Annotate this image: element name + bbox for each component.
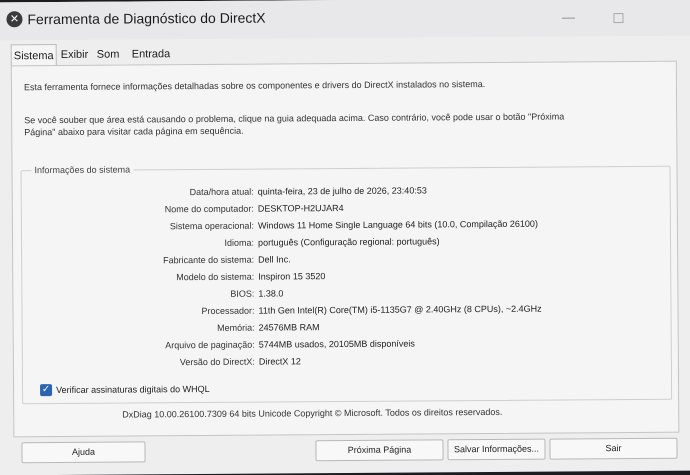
minimize-button[interactable]: —: [548, 4, 588, 30]
exit-button[interactable]: Sair: [549, 438, 677, 460]
maximize-button[interactable]: [598, 4, 638, 30]
info-value: Dell Inc.: [258, 251, 291, 267]
info-label: Fabricante do sistema:: [34, 252, 254, 270]
maximize-icon: [613, 13, 623, 23]
whql-label[interactable]: Verificar assinaturas digitais do WHQL: [56, 382, 210, 397]
tab-entrada[interactable]: Entrada: [132, 43, 171, 65]
copyright-text: DxDiag 10.00.26100.7309 64 bits Unicode …: [122, 407, 502, 420]
info-value: Windows 11 Home Single Language 64 bits …: [258, 216, 538, 234]
info-value: 1.38.0: [258, 285, 283, 301]
tab-som[interactable]: Som: [97, 44, 120, 66]
info-label: Sistema operacional:: [34, 218, 254, 236]
info-value: quinta-feira, 23 de julho de 2026, 23:40…: [258, 182, 427, 199]
next-page-button[interactable]: Próxima Página: [315, 439, 443, 461]
info-label: Processador:: [34, 303, 254, 321]
info-value: DirectX 12: [259, 353, 301, 369]
info-value: Inspiron 15 3520: [258, 268, 325, 284]
info-value: 5744MB usados, 20105MB disponíveis: [259, 336, 415, 353]
help-button[interactable]: Ajuda: [21, 441, 145, 463]
info-label: Nome do computador:: [34, 201, 254, 219]
info-label: Idioma:: [34, 235, 254, 253]
info-label: BIOS:: [34, 286, 254, 304]
info-value: 11th Gen Intel(R) Core(TM) i5-1135G7 @ 2…: [258, 301, 541, 319]
close-button[interactable]: [650, 4, 690, 30]
info-row-directx-version: Versão do DirectX: DirectX 12: [23, 351, 663, 371]
intro-text: Esta ferramenta fornece informações deta…: [24, 79, 485, 92]
info-label: Data/hora atual:: [34, 184, 254, 202]
tab-content-panel: Esta ferramenta fornece informações deta…: [11, 61, 680, 438]
info-value: português (Configuração regional: portug…: [258, 233, 440, 250]
info-label: Modelo do sistema:: [34, 269, 254, 287]
info-value: 24576MB RAM: [259, 319, 320, 335]
window-title: Ferramenta de Diagnóstico do DirectX: [27, 10, 265, 28]
info-label: Memória:: [35, 320, 255, 338]
tab-exibir[interactable]: Exibir: [61, 44, 89, 66]
title-bar: ✕ Ferramenta de Diagnóstico do DirectX —: [0, 0, 690, 40]
info-value: DESKTOP-H2UJAR4: [258, 200, 344, 217]
hint-text: Se você souber que área está causando o …: [24, 110, 594, 138]
tab-sistema[interactable]: Sistema: [11, 44, 57, 67]
system-info-title: Informações do sistema: [31, 164, 133, 175]
save-info-button[interactable]: Salvar Informações...: [447, 439, 545, 461]
whql-checkbox[interactable]: ✓: [40, 384, 52, 396]
dxdiag-window: ✕ Ferramenta de Diagnóstico do DirectX —…: [0, 0, 690, 475]
info-label: Arquivo de paginação:: [35, 337, 255, 355]
dxdiag-app-icon: ✕: [6, 11, 22, 27]
info-label: Versão do DirectX:: [35, 354, 255, 372]
system-info-group: Informações do sistema Data/hora atual: …: [21, 166, 673, 405]
